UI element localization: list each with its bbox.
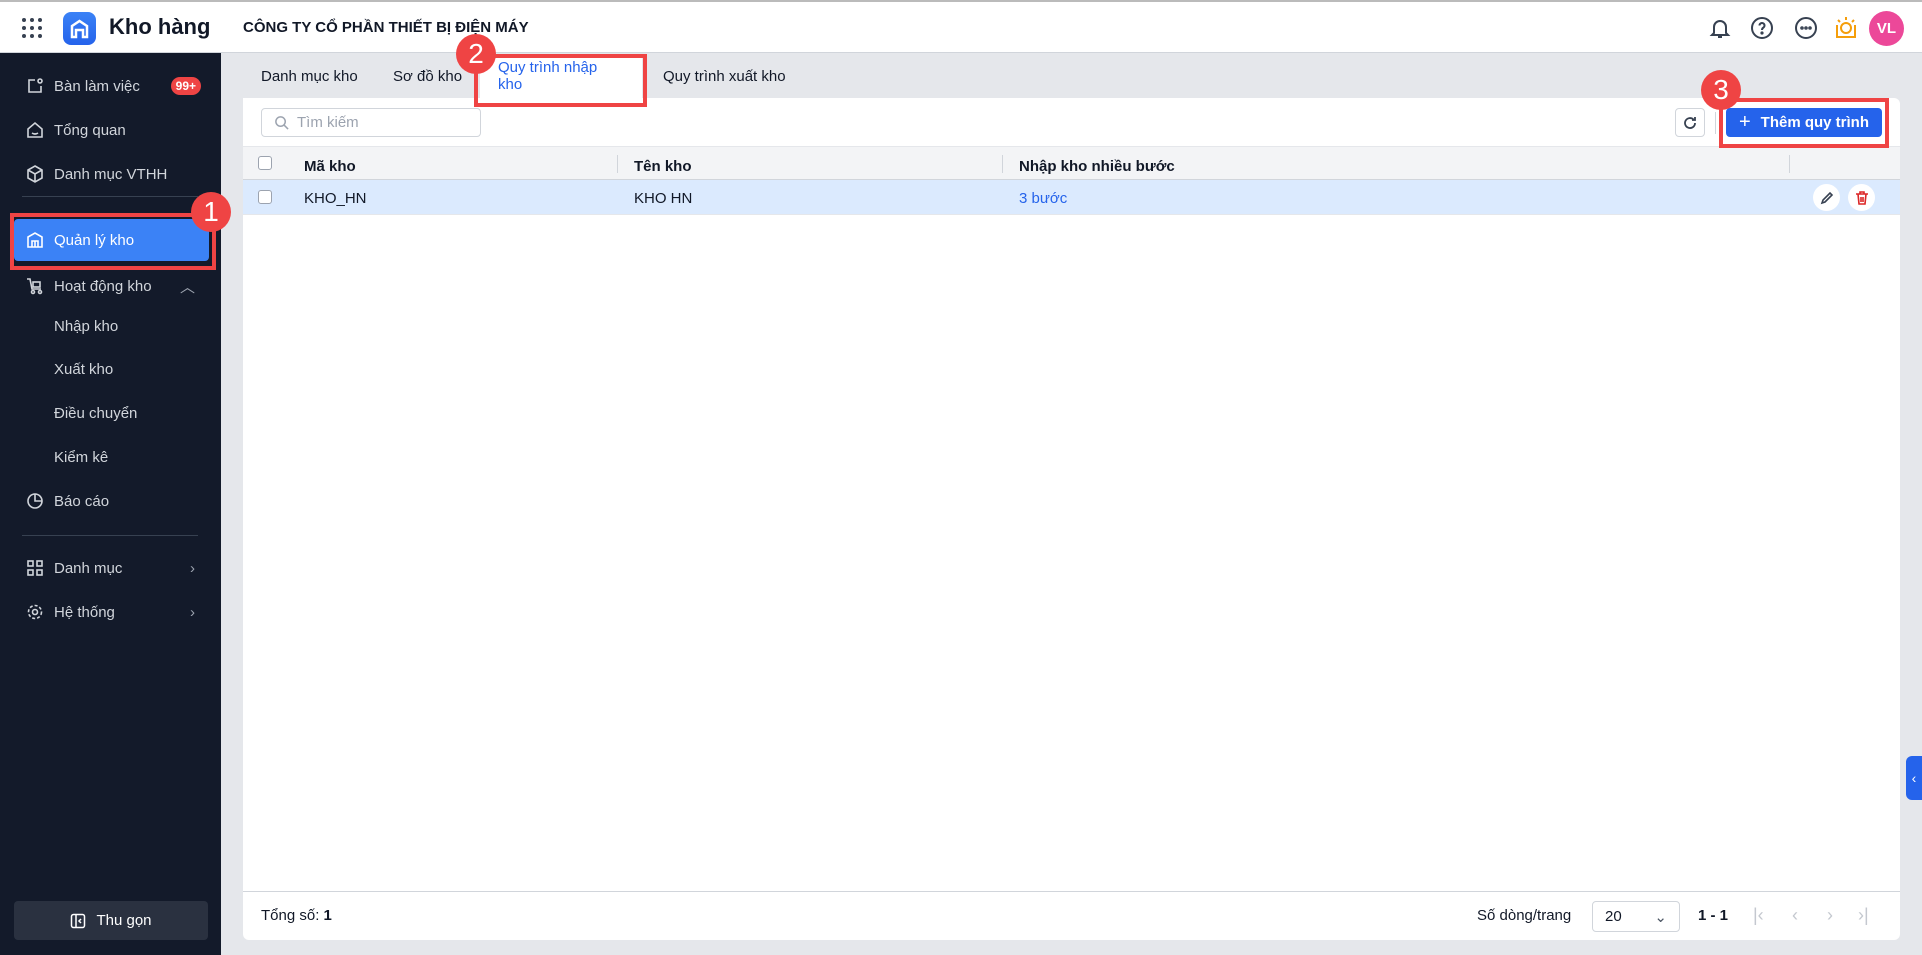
avatar[interactable]: VL [1869,11,1904,46]
sidebar-divider [22,535,198,536]
tab-export-process[interactable]: Quy trình xuất kho [645,54,804,98]
delete-button[interactable] [1848,184,1875,211]
cell-steps-link[interactable]: 3 bước [1019,190,1067,207]
sidebar-item-transfer[interactable]: Điều chuyển [14,393,209,433]
edit-button[interactable] [1813,184,1840,211]
chevron-right-icon: › [190,603,195,621]
sidebar-item-reports[interactable]: Báo cáo [14,481,209,521]
content-panel [243,98,1900,940]
collapse-sidebar-button[interactable]: Thu gọn [14,901,208,940]
search-input[interactable]: Tìm kiếm [261,108,481,137]
app-grid-icon[interactable] [22,18,42,38]
page-size-select[interactable]: 20 ⌄ [1592,901,1680,932]
grid-icon [27,560,43,576]
column-header-code[interactable]: Mã kho [304,158,356,175]
sidebar-item-inventory-check[interactable]: Kiểm kê [14,437,209,477]
rows-per-page-label: Số dòng/trang [1477,907,1572,924]
select-all-checkbox[interactable] [258,156,272,170]
chevron-right-icon: › [190,559,195,577]
next-page-icon[interactable]: › [1827,905,1833,926]
highlight-box [10,213,216,270]
sidebar-item-catalog-vthh[interactable]: Danh mục VTHH [14,154,209,194]
top-header: Kho hàng CÔNG TY CỔ PHẦN THIẾT BỊ ĐIỆN M… [0,0,1922,53]
cell-code: KHO_HN [304,190,367,207]
side-panel-toggle[interactable]: ‹ [1906,756,1922,800]
chevron-down-icon: ⌄ [1654,908,1667,926]
sidebar-item-system[interactable]: Hệ thống › [14,592,209,632]
column-divider [617,155,618,173]
tab-warehouse-catalog[interactable]: Danh mục kho [243,54,376,98]
search-icon [275,116,289,130]
last-page-icon[interactable]: ›| [1858,905,1869,926]
sidebar-item-overview[interactable]: Tổng quan [14,110,209,150]
page-range: 1 - 1 [1698,907,1729,924]
gear-icon [27,604,43,620]
pie-chart-icon [27,493,43,509]
refresh-icon [1684,116,1696,129]
column-header-steps[interactable]: Nhập kho nhiều bước [1019,158,1175,175]
refresh-button[interactable] [1675,108,1705,137]
app-logo-icon [63,12,96,45]
box-icon [27,165,43,183]
help-icon[interactable] [1750,16,1774,40]
column-divider [1789,155,1790,173]
sidebar-item-categories[interactable]: Danh mục › [14,548,209,588]
step-marker: 1 [191,192,231,232]
step-marker: 3 [1701,70,1741,110]
table-row[interactable] [243,180,1900,215]
bell-icon[interactable] [1708,16,1732,40]
column-header-name[interactable]: Tên kho [634,158,692,175]
pencil-icon [1820,191,1833,204]
sidebar-divider [22,196,198,197]
sidebar-item-warehouse-activity[interactable]: Hoạt động kho ︿ [14,266,209,306]
row-checkbox[interactable] [258,190,272,204]
cell-name: KHO HN [634,190,693,207]
more-icon[interactable] [1794,16,1818,40]
total-count: Tổng số: 1 [261,907,332,924]
column-divider [1002,155,1003,173]
step-marker: 2 [456,34,496,74]
highlight-box [474,54,647,107]
cart-icon [27,278,43,295]
sidebar-item-import[interactable]: Nhập kho [14,306,209,346]
lightbulb-icon[interactable] [1833,15,1859,41]
collapse-icon [71,913,86,928]
divider [1715,112,1716,134]
prev-page-icon[interactable]: ‹ [1792,905,1798,926]
sidebar-item-workspace[interactable]: Bàn làm việc 99+ [14,66,209,106]
company-name: CÔNG TY CỔ PHẦN THIẾT BỊ ĐIỆN MÁY [243,19,529,36]
workspace-icon [28,78,43,93]
sidebar-item-export[interactable]: Xuất kho [14,349,209,389]
first-page-icon[interactable]: |‹ [1753,905,1764,926]
home-icon [27,121,43,138]
highlight-box [1719,98,1889,148]
chevron-up-icon: ︿ [179,278,195,296]
app-name: Kho hàng [109,14,211,39]
notification-badge: 99+ [170,77,201,95]
trash-icon [1855,190,1868,205]
footer-divider [243,891,1900,892]
